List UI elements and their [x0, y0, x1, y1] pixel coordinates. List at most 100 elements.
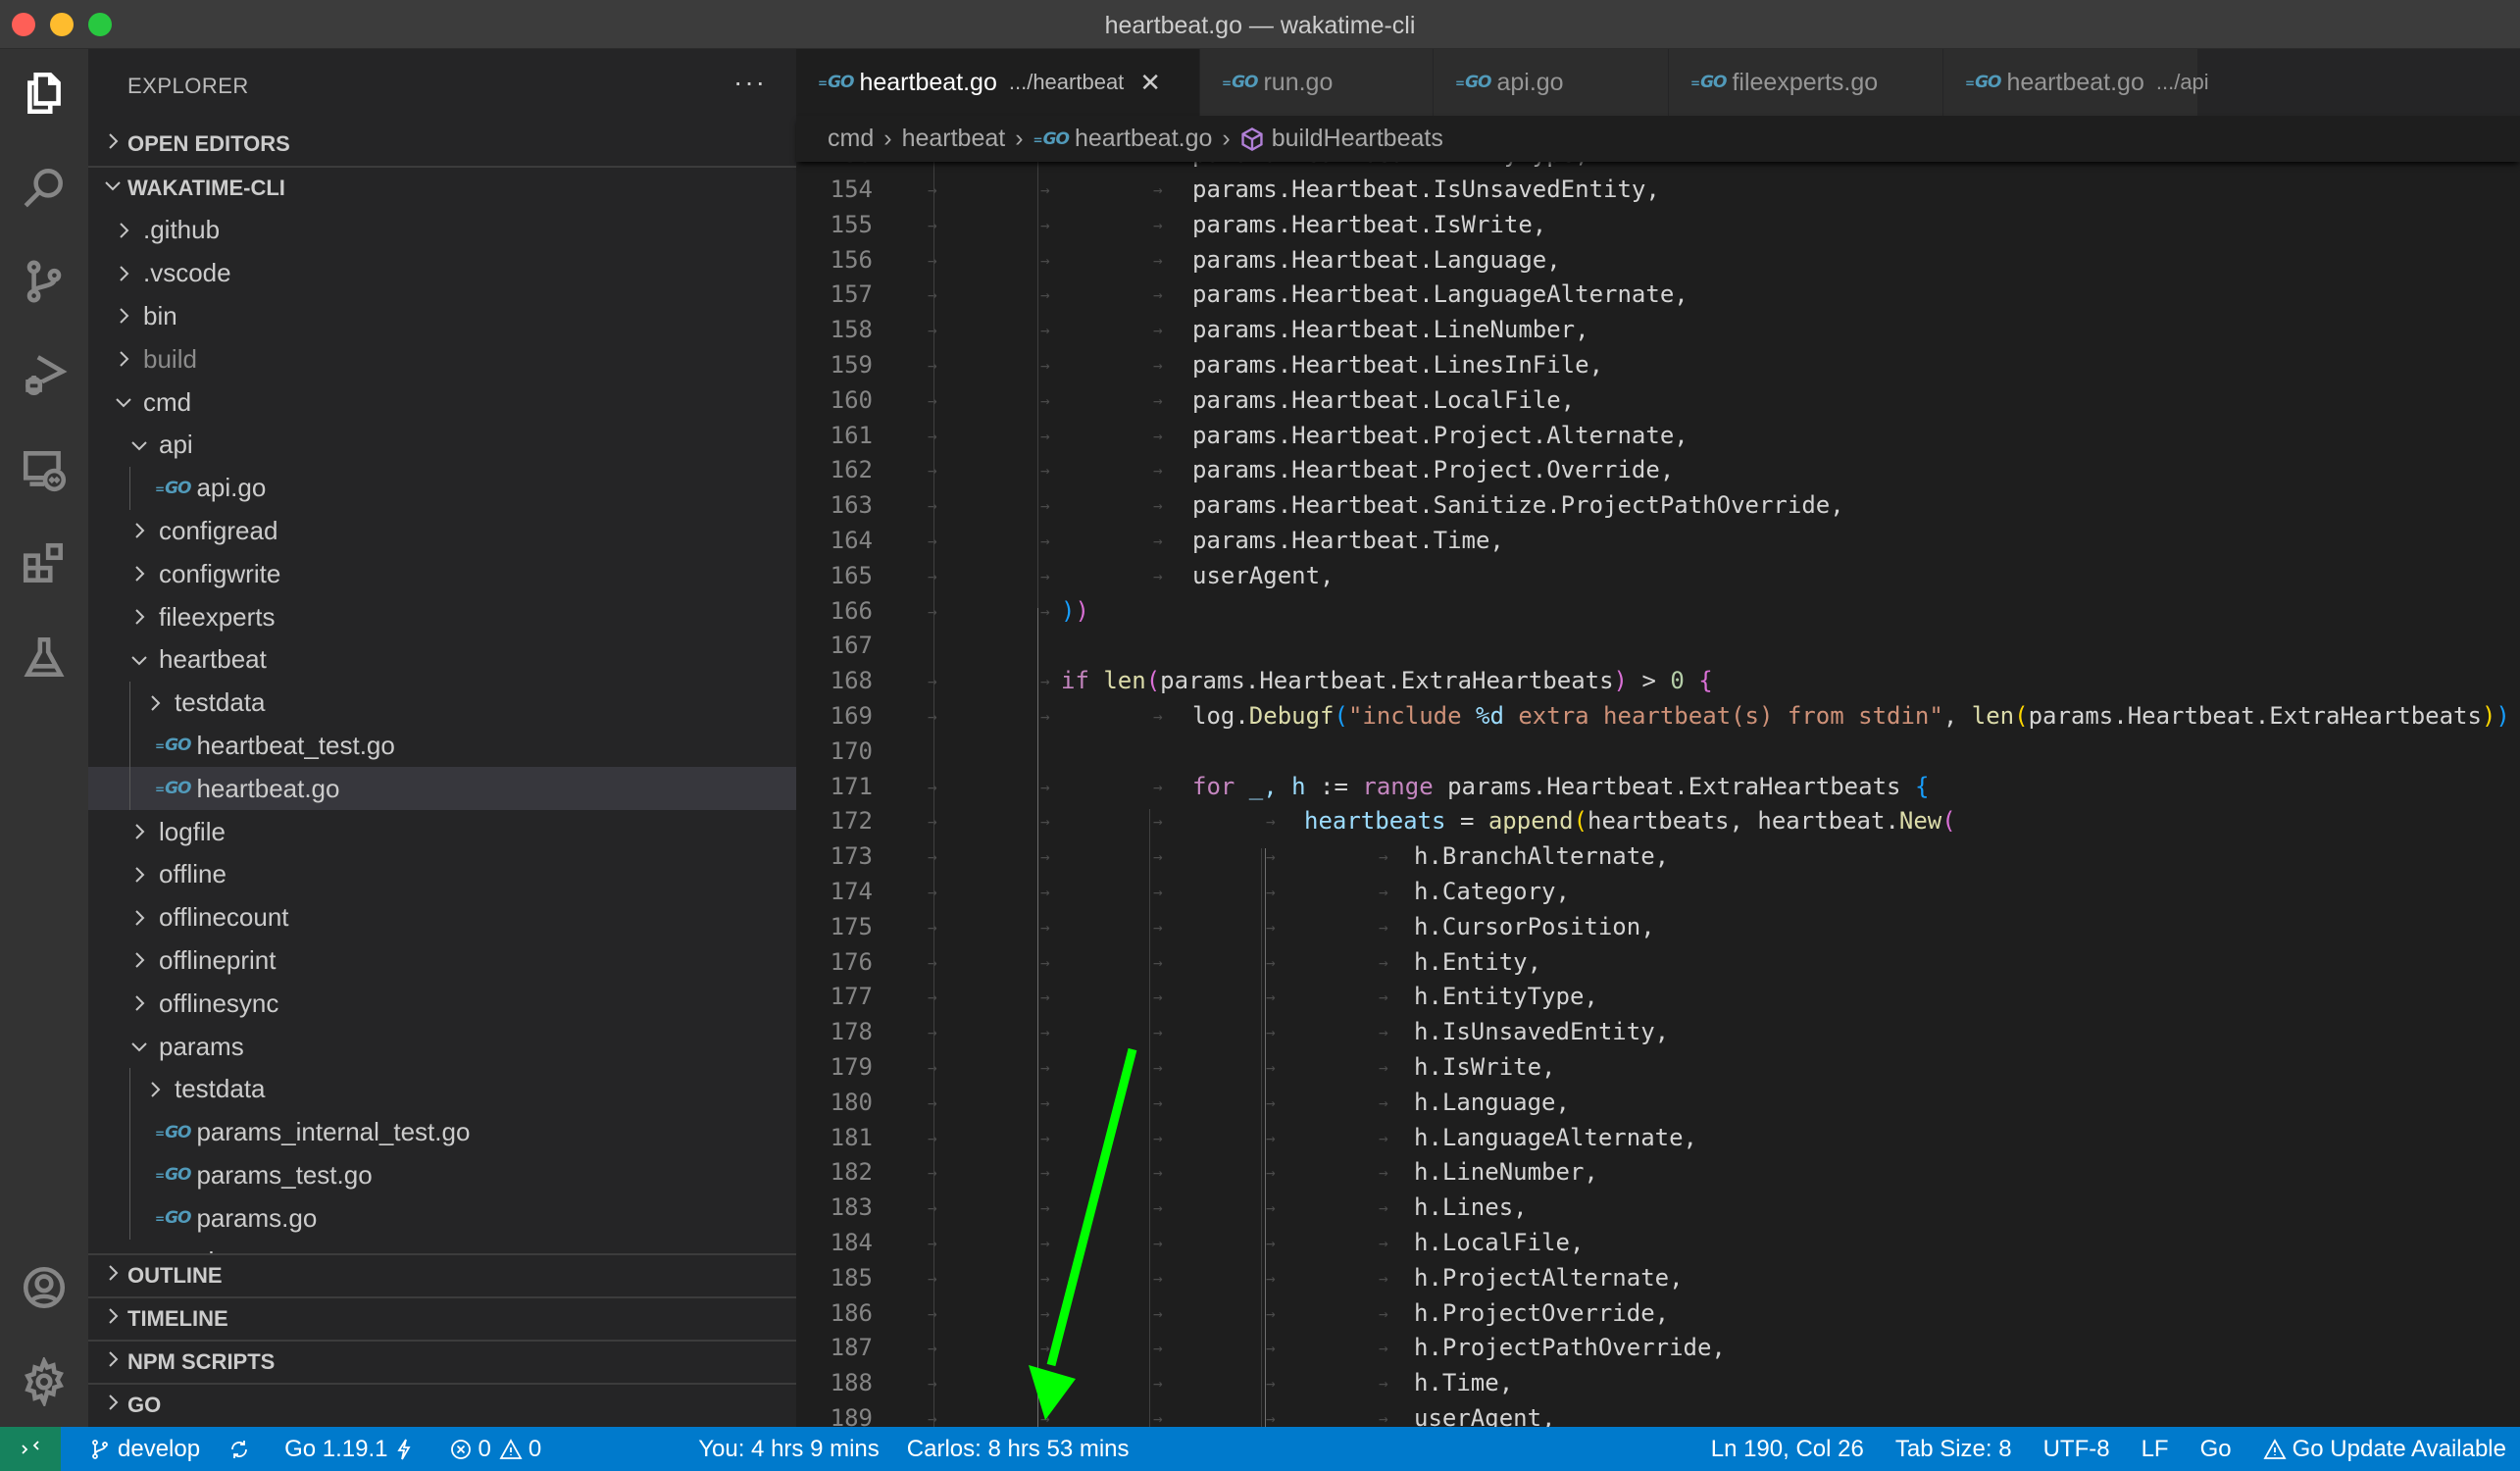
whitespace-tab-marker: →: [1153, 215, 1163, 234]
tree-item[interactable]: bin: [88, 295, 796, 338]
tree-item[interactable]: GO api.go: [88, 466, 796, 510]
activity-source-control[interactable]: [0, 237, 88, 326]
activity-remote-explorer[interactable]: [0, 426, 88, 514]
line-number: 154: [830, 176, 873, 203]
code-token: params.Heartbeat.LocalFile,: [1192, 385, 1576, 414]
tree-item[interactable]: testdata: [88, 1067, 796, 1111]
code-line: 174 → → → → → h.Category,: [796, 875, 2520, 910]
more-actions-button[interactable]: ···: [733, 67, 767, 98]
code-token: (: [1334, 702, 1348, 730]
go-file-icon: GO: [155, 1165, 191, 1185]
sync-button[interactable]: [227, 1438, 257, 1461]
status-bar: develop Go 1.19.1 0 0 You: 4 hrs 9 mins …: [0, 1427, 2520, 1471]
tree-item[interactable]: configwrite: [88, 552, 796, 595]
workspace-section[interactable]: WAKATIME-CLI: [88, 166, 796, 209]
activity-manage[interactable]: [0, 1338, 88, 1426]
tree-item[interactable]: GO params_internal_test.go: [88, 1110, 796, 1154]
whitespace-tab-marker: →: [1153, 1198, 1163, 1218]
tree-item[interactable]: logfile: [88, 810, 796, 853]
end-of-line[interactable]: LF: [2142, 1436, 2169, 1463]
problems-status[interactable]: 0 0: [449, 1436, 541, 1463]
whitespace-tab-marker: →: [1379, 1023, 1388, 1042]
activity-search[interactable]: [0, 143, 88, 231]
chevron-right-icon: [98, 131, 127, 157]
tree-item[interactable]: testdata: [88, 681, 796, 725]
line-number: 188: [830, 1369, 873, 1397]
line-number: 164: [830, 527, 873, 554]
code-line: 158 → → → params.Heartbeat.LineNumber,: [796, 313, 2520, 348]
tree-item[interactable]: .github: [88, 209, 796, 252]
tree-item[interactable]: cmd: [88, 380, 796, 424]
go-version-status[interactable]: Go 1.19.1: [284, 1436, 421, 1463]
tree-item[interactable]: build: [88, 337, 796, 380]
tree-item[interactable]: GO heartbeat.go: [88, 767, 796, 811]
tree-item-label: offline: [159, 859, 227, 889]
whitespace-tab-marker: →: [1040, 917, 1050, 937]
whitespace-tab-marker: →: [1266, 1058, 1276, 1077]
section-npm-scripts[interactable]: NPM SCRIPTS: [88, 1340, 796, 1383]
tab-fileexperts-go[interactable]: GO fileexperts.go: [1669, 49, 1943, 116]
activity-extensions[interactable]: [0, 520, 88, 608]
tree-item[interactable]: offline: [88, 853, 796, 896]
whitespace-tab-marker: →: [1153, 847, 1163, 867]
tree-item[interactable]: GO heartbeat_test.go: [88, 724, 796, 768]
code-token: h.ProjectOverride,: [1414, 1298, 1670, 1327]
close-tab-icon[interactable]: ✕: [1139, 68, 1161, 98]
encoding[interactable]: UTF-8: [2043, 1436, 2110, 1463]
tree-item[interactable]: fileexperts: [88, 595, 796, 638]
tab-run-go[interactable]: GO run.go: [1200, 49, 1434, 116]
activity-explorer[interactable]: [0, 49, 88, 137]
whitespace-tab-marker: →: [1153, 1234, 1163, 1252]
whitespace-tab-marker: →: [928, 988, 937, 1007]
breadcrumb-item-file[interactable]: heartbeat.go: [1075, 125, 1212, 153]
activity-accounts[interactable]: [0, 1243, 88, 1332]
code-token: params.Heartbeat.Project.Override,: [1192, 456, 1675, 484]
wakatime-carlos-status[interactable]: Carlos: 8 hrs 53 mins: [907, 1436, 1130, 1463]
activity-run-debug[interactable]: [0, 331, 88, 420]
breadcrumb-item-heartbeat[interactable]: heartbeat: [902, 125, 1006, 153]
search-icon: [24, 169, 63, 208]
account-icon: [23, 1266, 66, 1309]
whitespace-tab-marker: →: [1153, 1339, 1163, 1358]
remote-indicator[interactable]: [0, 1427, 61, 1471]
tree-item[interactable]: GOparams_test.go: [88, 1153, 796, 1197]
tree-item[interactable]: heartbeat: [88, 638, 796, 682]
tree-item[interactable]: params: [88, 1025, 796, 1068]
tab-api-go[interactable]: GO api.go: [1434, 49, 1669, 116]
section-outline[interactable]: OUTLINE: [88, 1253, 796, 1296]
section-go[interactable]: GO: [88, 1383, 796, 1426]
whitespace-tab-marker: →: [928, 162, 937, 173]
tree-item-label: params.go: [196, 1202, 318, 1233]
tree-item[interactable]: GOparams.go: [88, 1196, 796, 1241]
tree-item[interactable]: offlineprint: [88, 939, 796, 983]
wakatime-you-status[interactable]: You: 4 hrs 9 mins: [698, 1436, 880, 1463]
go-file-icon: GO: [818, 73, 854, 92]
section-timeline[interactable]: TIMELINE: [88, 1296, 796, 1340]
language-mode[interactable]: Go: [2200, 1436, 2232, 1463]
activity-testing[interactable]: [0, 614, 88, 702]
line-number: 171: [830, 772, 873, 800]
line-number: 186: [830, 1298, 873, 1327]
tab-heartbeat-go[interactable]: GO heartbeat.go .../heartbeat ✕: [796, 49, 1200, 116]
go-update-status[interactable]: Go Update Available: [2263, 1436, 2506, 1463]
tree-item[interactable]: configread: [88, 510, 796, 553]
cursor-position-text: Ln 190, Col 26: [1710, 1435, 1864, 1462]
tree-item[interactable]: offlinesync: [88, 982, 796, 1025]
breadcrumb-item-cmd[interactable]: cmd: [828, 125, 874, 153]
whitespace-tab-marker: →: [1040, 1409, 1050, 1427]
breadcrumb-item-symbol[interactable]: buildHeartbeats: [1272, 125, 1443, 153]
tree-item[interactable]: .vscode: [88, 252, 796, 295]
branch-status[interactable]: develop: [88, 1436, 200, 1463]
code-token: userAgent,: [1192, 561, 1335, 589]
tab-heartbeat-go[interactable]: GO heartbeat.go .../api: [1943, 49, 2209, 116]
indent-guide: [129, 1153, 130, 1197]
whitespace-tab-marker: →: [1040, 672, 1050, 691]
tab-size[interactable]: Tab Size: 8: [1895, 1436, 2012, 1463]
cursor-position[interactable]: Ln 190, Col 26: [1711, 1436, 1864, 1463]
open-editors-section[interactable]: OPEN EDITORS: [88, 123, 796, 166]
tree-item[interactable]: offlinecount: [88, 896, 796, 939]
code-editor[interactable]: 153 → → → params.Heartbeat.EntityType, 154 → → →…: [796, 162, 2520, 1427]
whitespace-tab-marker: →: [1379, 847, 1388, 867]
tree-item[interactable]: api: [88, 424, 796, 467]
